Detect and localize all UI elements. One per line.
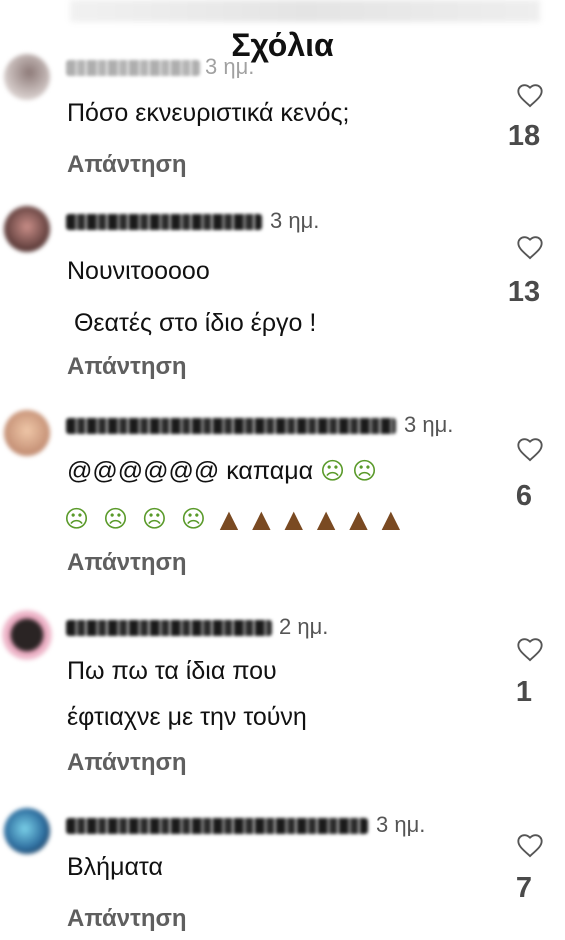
nauseated-face-icon: ☹ xyxy=(102,505,128,533)
like-count: 1 xyxy=(515,676,533,708)
like-count: 18 xyxy=(507,120,541,152)
username-blurred[interactable] xyxy=(66,418,396,434)
pile-of-poo-icon: ▲ xyxy=(349,505,368,533)
heart-outline-icon[interactable] xyxy=(516,234,544,260)
username-blurred[interactable] xyxy=(66,818,368,834)
pile-of-poo-icon: ▲ xyxy=(219,505,239,533)
comment-timestamp: 3 ημ. xyxy=(376,812,426,837)
pile-of-poo-icon: ▲ xyxy=(284,505,303,533)
comment-text-line: @@@@@@ καπαμα ☹ ☹ xyxy=(67,446,377,496)
heart-outline-icon[interactable] xyxy=(516,636,544,662)
pile-of-poo-icon: ▲ xyxy=(381,505,401,533)
reply-button[interactable]: Απάντηση xyxy=(67,150,187,180)
nauseated-face-icon: ☹ xyxy=(320,457,346,485)
comment-text-line: Πόσο εκνευριστικά κενός; xyxy=(67,99,350,127)
username-blurred[interactable] xyxy=(66,214,262,230)
like-count: 7 xyxy=(515,872,533,904)
comment-emoji-line: ☹ ☹ ☹ ☹ ▲ ▲ ▲ ▲ ▲ ▲ xyxy=(64,494,400,544)
user-avatar[interactable] xyxy=(4,206,50,252)
comment-timestamp: 3 ημ. xyxy=(404,412,454,437)
username-blurred[interactable] xyxy=(66,620,272,636)
comment-text-line: Θεατές στο ίδιο έργο ! xyxy=(67,309,317,337)
comment-text-line: Νουνιτοοοοο xyxy=(67,257,210,285)
comment-text: @@@@@@ καπαμα xyxy=(67,457,314,485)
comment-timestamp: 2 ημ. xyxy=(279,614,329,639)
comment-timestamp: 3 ημ. xyxy=(270,208,320,233)
comment-text-line: έφτιαχνε με την τούνη xyxy=(67,703,307,731)
user-avatar[interactable] xyxy=(4,54,50,100)
user-avatar[interactable] xyxy=(2,610,52,660)
nauseated-face-icon: ☹ xyxy=(141,505,167,533)
user-avatar[interactable] xyxy=(4,808,50,854)
like-count: 6 xyxy=(515,480,533,512)
heart-outline-icon[interactable] xyxy=(516,82,544,108)
nauseated-face-icon: ☹ xyxy=(64,505,90,533)
comment-timestamp: 3 ημ. xyxy=(205,54,255,79)
reply-button[interactable]: Απάντηση xyxy=(67,352,187,382)
comment-text-line: Βλήματα xyxy=(67,853,163,881)
heart-outline-icon[interactable] xyxy=(516,832,544,858)
nauseated-face-icon: ☹ xyxy=(352,457,378,485)
comment-text-line: Πω πω τα ίδια που xyxy=(67,657,277,685)
pile-of-poo-icon: ▲ xyxy=(252,505,271,533)
top-status-bar-blurred xyxy=(70,0,540,22)
reply-button[interactable]: Απάντηση xyxy=(67,904,187,934)
pile-of-poo-icon: ▲ xyxy=(316,505,336,533)
heart-outline-icon[interactable] xyxy=(516,436,544,462)
like-count: 13 xyxy=(507,276,541,308)
user-avatar[interactable] xyxy=(4,410,50,456)
reply-button[interactable]: Απάντηση xyxy=(67,748,187,778)
username-blurred[interactable] xyxy=(66,60,200,76)
nauseated-face-icon: ☹ xyxy=(180,505,206,533)
reply-button[interactable]: Απάντηση xyxy=(67,548,187,578)
